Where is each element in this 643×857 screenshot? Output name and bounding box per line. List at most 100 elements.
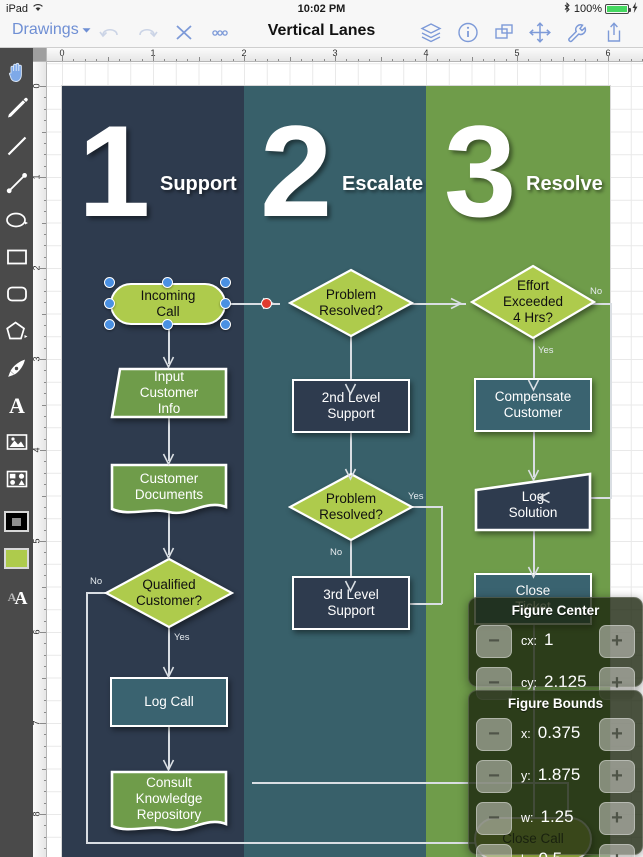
ellipse-tool[interactable] bbox=[0, 201, 33, 238]
node-effort-line2: Exceeded bbox=[502, 294, 564, 310]
arrow-head bbox=[162, 453, 175, 466]
x-decrement-button[interactable]: − bbox=[476, 718, 512, 751]
stroke-swatch[interactable] bbox=[0, 503, 33, 540]
edge-label-qualified-no: No bbox=[90, 576, 103, 587]
selection-handle-s[interactable] bbox=[162, 319, 173, 330]
node-log-call[interactable]: Log Call bbox=[110, 677, 228, 727]
lane-2-number: 2 bbox=[260, 98, 332, 244]
selection-handle-se[interactable] bbox=[220, 319, 231, 330]
info-button[interactable] bbox=[455, 20, 481, 45]
shape-library-tool[interactable] bbox=[0, 460, 33, 497]
y-value[interactable]: 1.875 bbox=[538, 765, 581, 785]
wrench-settings-button[interactable] bbox=[563, 20, 589, 45]
cy-value[interactable]: 2.125 bbox=[544, 672, 587, 692]
connector-endpoint-dot[interactable] bbox=[261, 298, 272, 309]
w-field: w: 1.25 bbox=[521, 807, 574, 827]
y-decrement-button[interactable]: − bbox=[476, 760, 512, 793]
ruler-v-tick bbox=[40, 814, 46, 815]
node-compensate-line2: Customer bbox=[503, 405, 563, 420]
node-input-customer-info[interactable]: Input Customer Info bbox=[110, 367, 228, 419]
selection-handle-w[interactable] bbox=[104, 298, 115, 309]
node-resolved2-line2: Resolved? bbox=[319, 507, 383, 522]
cx-increment-button[interactable]: + bbox=[599, 625, 635, 658]
node-consult-knowledge-repository[interactable]: Consult Knowledge Repository bbox=[110, 770, 228, 834]
ruler-v-tick bbox=[43, 529, 46, 531]
y-increment-button[interactable]: + bbox=[599, 760, 635, 793]
rectangle-tool[interactable] bbox=[0, 238, 33, 275]
hand-select-tool[interactable] bbox=[0, 53, 33, 90]
ruler-v-tick bbox=[43, 711, 46, 713]
share-button[interactable] bbox=[601, 20, 627, 45]
ruler-v-tick bbox=[43, 120, 46, 122]
ruler-h-tick bbox=[255, 58, 257, 61]
selection-handle-nw[interactable] bbox=[104, 277, 115, 288]
bluetooth-icon bbox=[563, 1, 571, 16]
ruler-v-tick bbox=[42, 222, 46, 224]
text-tool[interactable]: A bbox=[0, 386, 33, 423]
cx-decrement-button[interactable]: − bbox=[476, 625, 512, 658]
arrow-head bbox=[162, 666, 175, 679]
ruler-v-tick bbox=[43, 154, 46, 156]
ruler-v-tick bbox=[43, 506, 46, 508]
ruler-h-tick bbox=[403, 58, 405, 61]
selection-handle-n[interactable] bbox=[162, 277, 173, 288]
rounded-rectangle-tool[interactable] bbox=[0, 275, 33, 312]
h-key: h: bbox=[521, 853, 531, 857]
ruler-v-tick bbox=[43, 779, 46, 781]
text-style-tool[interactable]: A A bbox=[0, 577, 33, 614]
node-consult-line1: Consult bbox=[146, 775, 192, 791]
node-customer-documents[interactable]: Customer Documents bbox=[110, 463, 228, 517]
connector-tool[interactable] bbox=[0, 164, 33, 201]
figure-center-popover[interactable]: Figure Center − cx: 1 + − cy: 2.125 + bbox=[468, 597, 643, 700]
ruler-v-tick bbox=[42, 313, 46, 315]
node-consult-line2: Knowledge bbox=[135, 791, 203, 807]
node-qualified-customer[interactable]: Qualified Customer? bbox=[104, 557, 234, 629]
w-value[interactable]: 1.25 bbox=[541, 807, 574, 827]
arrow-head bbox=[538, 491, 550, 504]
h-increment-button[interactable]: + bbox=[599, 844, 635, 857]
line-tool[interactable] bbox=[0, 127, 33, 164]
node-effort-exceeded[interactable]: Effort Exceeded 4 Hrs? bbox=[470, 264, 596, 340]
ruler-h-tick bbox=[346, 58, 348, 61]
node-problem-resolved-2[interactable]: Problem Resolved? bbox=[288, 472, 414, 542]
fill-swatch[interactable] bbox=[0, 540, 33, 577]
ruler-h-tick bbox=[426, 55, 427, 61]
pencil-tool[interactable] bbox=[0, 90, 33, 127]
horizontal-ruler[interactable]: 0123456 bbox=[47, 48, 643, 62]
h-field: h: 0.5 bbox=[521, 849, 562, 857]
selection-handle-e[interactable] bbox=[220, 298, 231, 309]
figure-bounds-y-row: − y: 1.875 + bbox=[469, 756, 642, 798]
ruler-h-tick bbox=[153, 55, 154, 61]
ruler-v-tick bbox=[43, 552, 46, 554]
layers-button[interactable] bbox=[418, 20, 444, 45]
cx-value[interactable]: 1 bbox=[544, 630, 553, 650]
h-value[interactable]: 0.5 bbox=[538, 849, 562, 857]
vertical-ruler[interactable]: 012345678 bbox=[33, 62, 47, 857]
move-tool-button[interactable] bbox=[527, 20, 553, 45]
connector-qualified-no-v bbox=[86, 592, 88, 843]
polygon-tool[interactable] bbox=[0, 312, 33, 349]
x-value[interactable]: 0.375 bbox=[538, 723, 581, 743]
w-decrement-button[interactable]: − bbox=[476, 802, 512, 835]
duplicate-shape-button[interactable] bbox=[491, 20, 517, 45]
arrow-head bbox=[450, 297, 463, 310]
selection-handle-sw[interactable] bbox=[104, 319, 115, 330]
node-input-line1: Input bbox=[153, 369, 184, 385]
lane-3-number: 3 bbox=[444, 98, 516, 244]
arrow-head bbox=[162, 759, 175, 772]
figure-bounds-popover[interactable]: Figure Bounds − x: 0.375 + − y: 1.875 + … bbox=[468, 690, 643, 857]
battery-percent: 100% bbox=[573, 2, 602, 15]
pen-tool[interactable] bbox=[0, 349, 33, 386]
arrow-head bbox=[344, 468, 357, 481]
h-decrement-button[interactable]: − bbox=[476, 844, 512, 857]
ruler-v-tick bbox=[43, 347, 46, 349]
ruler-corner bbox=[33, 48, 47, 62]
node-problem-resolved-1[interactable]: Problem Resolved? bbox=[288, 268, 414, 338]
cx-field: cx: 1 bbox=[521, 630, 553, 650]
ruler-v-tick bbox=[40, 86, 46, 87]
w-increment-button[interactable]: + bbox=[599, 802, 635, 835]
selection-handle-ne[interactable] bbox=[220, 277, 231, 288]
ruler-v-tick bbox=[40, 359, 46, 360]
x-increment-button[interactable]: + bbox=[599, 718, 635, 751]
image-tool[interactable] bbox=[0, 423, 33, 460]
